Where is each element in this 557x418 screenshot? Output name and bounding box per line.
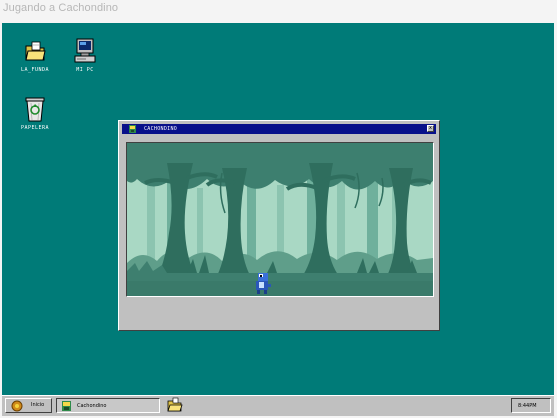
quick-launch-folder[interactable] (167, 397, 183, 416)
start-logo-icon (11, 400, 23, 412)
window-titlebar[interactable]: CACHONDINO x (122, 124, 436, 134)
recycle-bin-icon (25, 97, 45, 122)
folder-icon (25, 41, 46, 61)
close-icon: x (429, 125, 432, 131)
close-button[interactable]: x (427, 125, 434, 132)
icon-label: MI PC (76, 67, 94, 73)
taskbar-item-label: Cachondino (77, 403, 107, 409)
forest-scene (127, 143, 433, 296)
system-tray: 8:44PM (511, 398, 551, 413)
desktop-icon-la-funda[interactable]: LA_FUNDA (15, 39, 55, 73)
desktop-icon-papelera[interactable]: PAPELERA (15, 95, 55, 131)
computer-icon (74, 38, 96, 63)
window-title: CACHONDINO (144, 126, 178, 132)
page-title: Jugando a Cachondino (3, 2, 119, 14)
dino-app-icon (62, 401, 71, 411)
clock: 8:44PM (518, 403, 537, 409)
game-window[interactable]: CACHONDINO x (118, 120, 440, 331)
folder-icon (167, 397, 183, 412)
icon-label: PAPELERA (20, 125, 50, 131)
start-label: Inicio (31, 402, 45, 408)
desktop-icon-mi-pc[interactable]: MI PC (65, 37, 105, 73)
taskbar: Inicio Cachondino 8:44PM (2, 395, 554, 416)
desktop[interactable]: LA_FUNDA MI PC PAPELERA CACHONDINO x (2, 23, 554, 395)
icon-label: LA_FUNDA (20, 67, 50, 73)
taskbar-item-cachondino[interactable]: Cachondino (56, 398, 160, 413)
dino-app-icon (129, 125, 136, 133)
start-button[interactable]: Inicio (5, 398, 52, 413)
game-canvas[interactable] (126, 142, 434, 297)
